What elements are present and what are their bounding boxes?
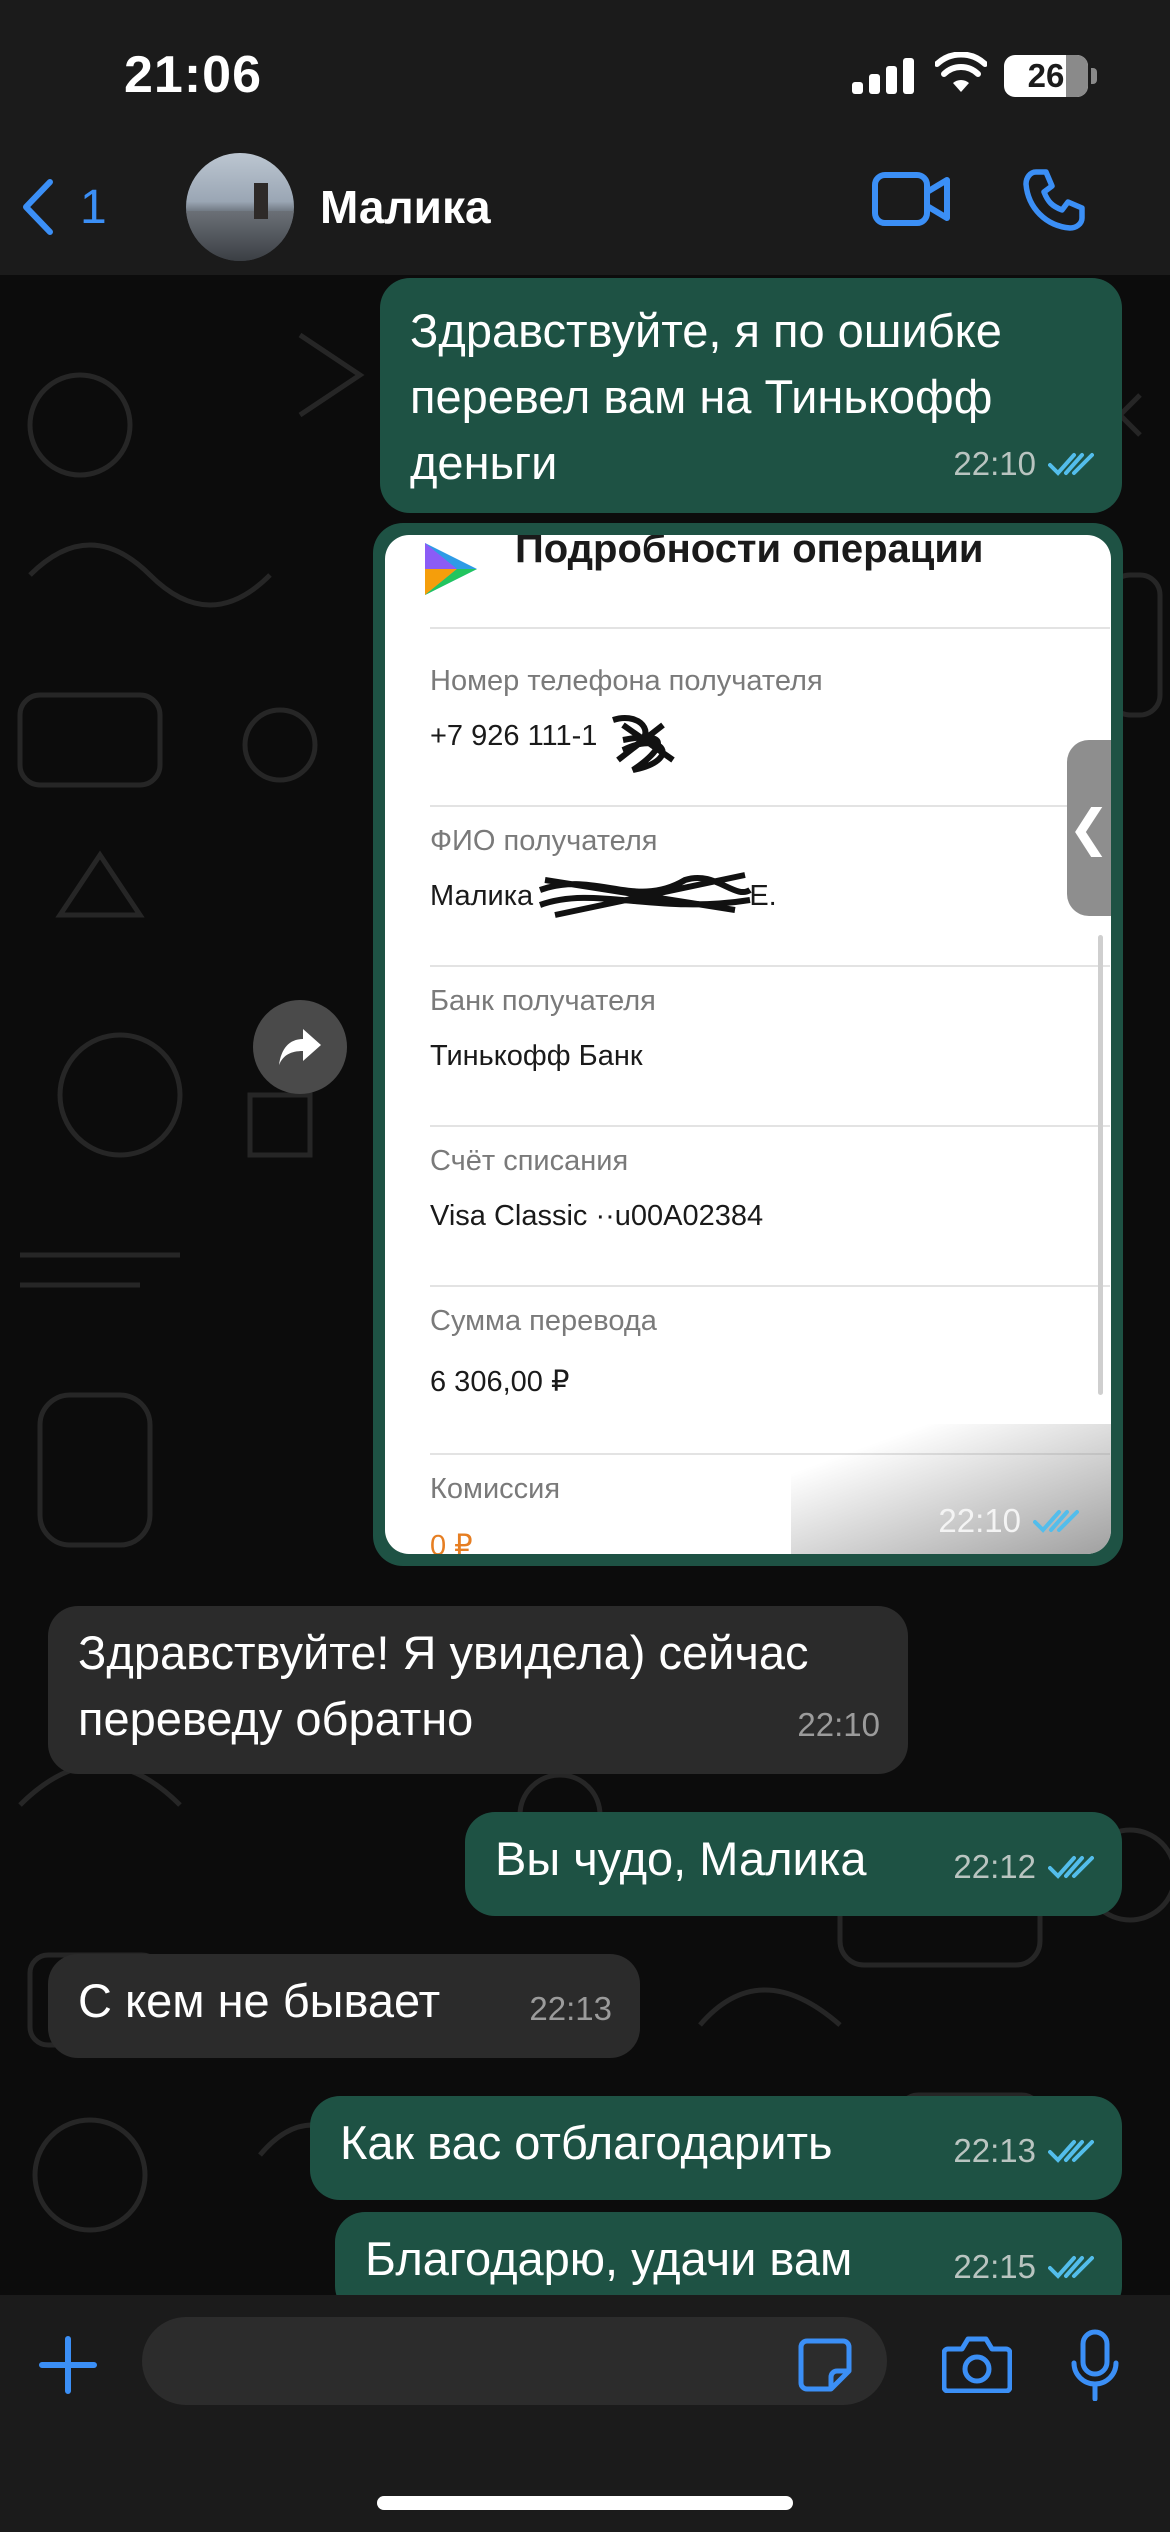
message-text: Здравствуйте! Я увидела) сейчас переведу… <box>78 1626 809 1745</box>
back-button[interactable]: 1 <box>20 172 130 242</box>
read-ticks-icon <box>1048 2256 1094 2279</box>
divider <box>430 1285 1110 1287</box>
receipt-field-recipient: ФИО получателя Малика Е. <box>430 825 1110 913</box>
message-bubble-incoming[interactable]: Здравствуйте! Я увидела) сейчас переведу… <box>48 1606 908 1774</box>
field-label: ФИО получателя <box>430 825 658 857</box>
message-meta: 22:13 <box>529 1976 612 2042</box>
message-time: 22:12 <box>953 1848 1036 1885</box>
battery-icon: 26 <box>1004 55 1088 97</box>
field-value: +7 926 111-1 <box>430 720 598 752</box>
message-time: 22:10 <box>797 1706 880 1743</box>
read-ticks-icon <box>1033 1510 1079 1533</box>
unread-count: 1 <box>80 180 107 234</box>
field-value: Visa Classic ··u00A02384 <box>430 1200 764 1232</box>
message-meta: 22:10 <box>797 1692 880 1758</box>
wifi-icon <box>935 52 987 92</box>
message-meta: 22:12 <box>953 1834 1094 1900</box>
redaction-scribble <box>612 715 675 773</box>
divider <box>430 805 1110 807</box>
receipt-title: Подробности операции <box>515 535 984 571</box>
divider <box>430 1125 1110 1127</box>
battery-tip <box>1091 68 1097 84</box>
message-time: 22:13 <box>529 1990 612 2027</box>
field-label: Сумма перевода <box>430 1305 657 1337</box>
home-indicator <box>377 2496 793 2510</box>
status-time: 21:06 <box>124 46 262 104</box>
message-meta: 22:10 <box>938 1502 1079 1540</box>
sticker-icon[interactable] <box>797 2337 853 2393</box>
receipt-field-amount: Сумма перевода 6 306,00 ₽ <box>430 1305 1110 1399</box>
cellular-signal-icon <box>852 58 914 94</box>
message-bubble-incoming[interactable]: С кем не бывает 22:13 <box>48 1954 640 2058</box>
receipt-field-phone: Номер телефона получателя +7 926 111-1 <box>430 665 1110 753</box>
message-bubble-outgoing[interactable]: Как вас отблагодарить 22:13 <box>310 2096 1122 2200</box>
message-bubble-outgoing[interactable]: Вы чудо, Малика 22:12 <box>465 1812 1122 1916</box>
field-label: Банк получателя <box>430 985 656 1017</box>
field-value: Малика Е. <box>430 880 1110 913</box>
field-label: Номер телефона получателя <box>430 665 823 697</box>
battery-level: 26 <box>1027 57 1065 94</box>
plus-icon[interactable] <box>38 2335 98 2395</box>
microphone-icon[interactable] <box>1070 2329 1120 2401</box>
message-time: 22:15 <box>953 2248 1036 2285</box>
divider <box>430 627 1110 629</box>
message-input-field[interactable] <box>142 2317 887 2405</box>
top-bar: 21:06 26 1 Малика <box>0 0 1170 275</box>
message-image-bubble[interactable]: Подробности операции Номер телефона полу… <box>373 523 1123 1566</box>
read-ticks-icon <box>1048 2140 1094 2163</box>
redaction-scribble <box>538 872 752 918</box>
recipient-first-name: Малика <box>430 880 534 912</box>
message-meta: 22:13 <box>953 2118 1094 2184</box>
read-ticks-icon <box>1048 1856 1094 1879</box>
avatar[interactable] <box>186 153 294 261</box>
message-bubble-outgoing[interactable]: Здравствуйте, я по ошибке перевел вам на… <box>380 278 1122 513</box>
message-time: 22:10 <box>938 1502 1021 1539</box>
divider <box>430 965 1110 967</box>
message-time: 22:13 <box>953 2132 1036 2169</box>
receipt-field-bank: Банк получателя Тинькофф Банк <box>430 985 1110 1073</box>
field-value: Тинькофф Банк <box>430 1040 643 1072</box>
message-meta: 22:10 <box>953 431 1094 497</box>
side-tab-handle: ❮ <box>1067 740 1111 916</box>
forward-button[interactable] <box>253 1000 347 1094</box>
read-ticks-icon <box>1048 453 1094 476</box>
receipt-field-account: Счёт списания Visa Classic ··u00A02384 <box>430 1145 1110 1233</box>
camera-icon[interactable] <box>942 2335 1012 2393</box>
receipt-screenshot[interactable]: Подробности операции Номер телефона полу… <box>385 535 1111 1554</box>
contact-name[interactable]: Малика <box>320 180 491 234</box>
message-meta: 22:15 <box>953 2234 1094 2300</box>
field-value: 6 306,00 ₽ <box>430 1366 570 1398</box>
forward-arrow-icon <box>279 1029 321 1065</box>
field-label: Счёт списания <box>430 1145 629 1177</box>
message-input[interactable] <box>142 2317 887 2405</box>
message-time: 22:10 <box>953 445 1036 482</box>
chevron-left-icon <box>23 179 53 235</box>
bank-logo-icon <box>425 543 477 595</box>
phone-icon[interactable] <box>1022 168 1086 232</box>
scroll-indicator <box>1098 935 1103 1395</box>
video-call-icon[interactable] <box>872 172 950 226</box>
